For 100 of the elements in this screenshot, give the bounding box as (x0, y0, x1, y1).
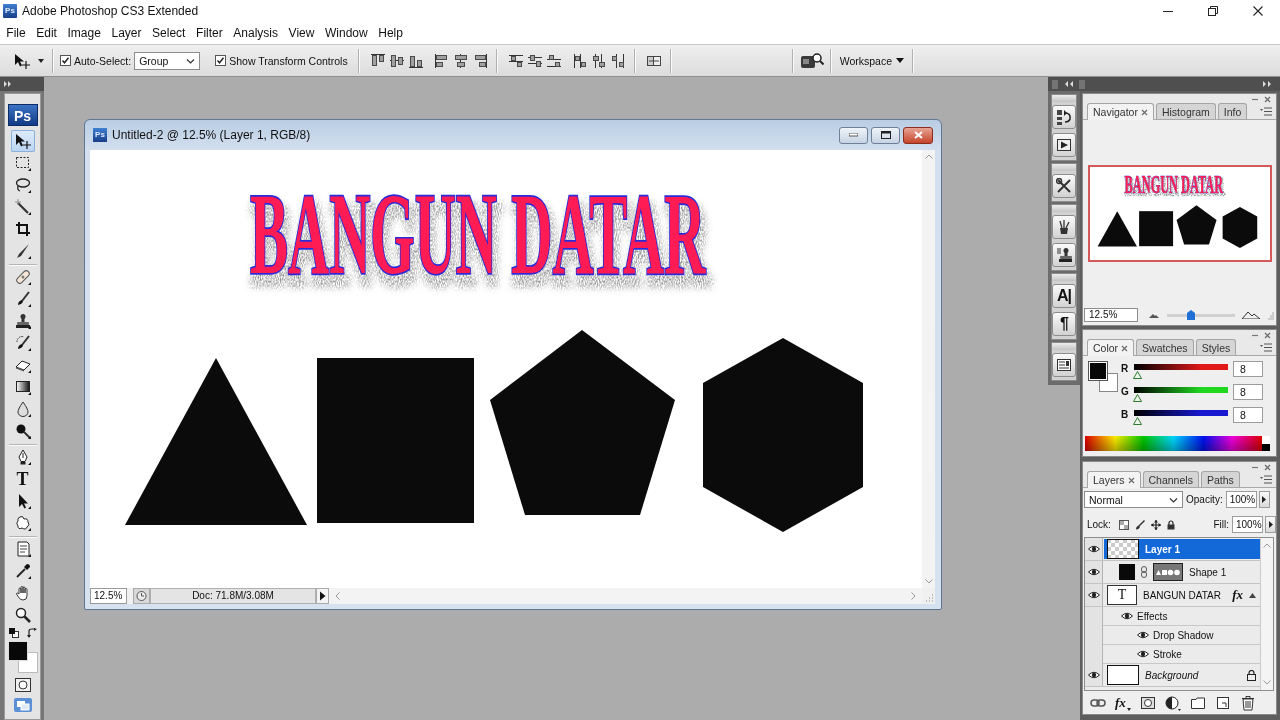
panel-tab[interactable]: Layers (1087, 471, 1141, 488)
distribute-middle-icon[interactable] (526, 52, 543, 69)
app-logo[interactable]: Ps (7, 104, 38, 126)
chevron-up-icon[interactable] (1263, 543, 1271, 548)
eye-icon[interactable] (1087, 568, 1100, 576)
panel-tab[interactable]: Info (1217, 103, 1248, 119)
dock-button[interactable]: ¶ (1052, 312, 1076, 336)
channel-value-field[interactable]: 8 (1233, 407, 1263, 423)
caret-right-icon[interactable] (1268, 521, 1273, 528)
panel-tab[interactable]: Channels (1142, 471, 1199, 487)
distribute-top-icon[interactable] (507, 52, 524, 69)
lock-icon[interactable] (1166, 519, 1175, 530)
move-arrows-icon[interactable] (1150, 519, 1161, 530)
zoom-field[interactable]: 12.5% (1084, 308, 1138, 322)
menu-item[interactable]: Image (62, 24, 107, 42)
panel-tab[interactable]: Paths (1200, 471, 1240, 487)
minimize-button[interactable] (839, 126, 868, 144)
distribute-center-icon[interactable] (590, 52, 607, 69)
vertical-scrollbar[interactable] (922, 150, 935, 588)
dock-button[interactable] (1052, 105, 1076, 129)
menu-item[interactable]: Filter (190, 24, 228, 42)
lock-icon[interactable] (1247, 669, 1256, 681)
small-mountain-icon[interactable] (1149, 312, 1159, 318)
navigator-view-box[interactable]: BANGUN DATAR (1087, 165, 1272, 262)
eye-icon[interactable] (1137, 650, 1149, 658)
distribute-left-icon[interactable] (571, 52, 588, 69)
list-row[interactable]: T BANGUN DATAR fx (1104, 585, 1260, 605)
eye-icon[interactable] (1087, 671, 1100, 679)
restore-icon[interactable] (1207, 6, 1218, 16)
caret-up-icon[interactable] (1249, 592, 1256, 598)
fill-menu-button[interactable] (1265, 516, 1276, 533)
checker-icon[interactable] (1118, 519, 1129, 530)
align-left-icon[interactable] (433, 52, 450, 69)
panel-tab[interactable]: Histogram (1155, 103, 1216, 119)
slider-thumb[interactable] (1186, 310, 1195, 320)
eye-icon[interactable] (1121, 612, 1133, 620)
checkbox[interactable] (215, 55, 227, 66)
menu-item[interactable]: Select (146, 24, 191, 42)
folder-icon[interactable] (1189, 694, 1206, 711)
slider-thumb[interactable] (1132, 394, 1142, 402)
opacity-menu-button[interactable] (1258, 491, 1270, 508)
tool-button[interactable]: T (10, 468, 35, 490)
chevron-down-icon[interactable] (1263, 680, 1271, 685)
menu-item[interactable]: File (1, 24, 31, 42)
group-grip-bar[interactable] (1052, 343, 1076, 350)
dock-button[interactable] (1052, 243, 1076, 267)
menu-item[interactable]: View (283, 24, 320, 42)
zoom-field[interactable]: 12.5% (90, 588, 127, 604)
distribute-right-icon[interactable] (609, 52, 626, 69)
menu-item[interactable]: Layer (106, 24, 147, 42)
color-swatches-icon[interactable] (7, 641, 38, 673)
close-button[interactable] (903, 126, 933, 144)
align-middle-icon[interactable] (388, 52, 405, 69)
fill-field[interactable]: 100% (1232, 516, 1263, 533)
magnifier-box-icon[interactable] (799, 51, 824, 70)
menu-item[interactable]: Help (372, 24, 409, 42)
color-spectrum[interactable] (1085, 436, 1270, 451)
workspace-button[interactable]: Workspace (837, 54, 906, 67)
checkbox[interactable] (60, 55, 71, 66)
panel-tab[interactable]: Color (1087, 339, 1135, 356)
eye-icon[interactable] (1087, 545, 1100, 553)
layer-style-button[interactable]: fx (1115, 694, 1131, 711)
visibility-cell[interactable] (1085, 664, 1103, 686)
trash-icon[interactable] (1239, 694, 1256, 711)
menu-item[interactable]: Window (319, 24, 373, 42)
align-center-icon[interactable] (452, 52, 469, 69)
eye-icon[interactable] (1137, 631, 1149, 639)
brush-icon[interactable] (1134, 519, 1145, 530)
panel-tab[interactable]: Styles (1195, 339, 1237, 355)
slider-thumb[interactable] (1132, 371, 1142, 379)
large-mountain-icon[interactable] (1242, 311, 1260, 319)
distribute-bottom-icon[interactable] (545, 52, 562, 69)
group-grip-bar[interactable] (1052, 164, 1076, 171)
visibility-cell[interactable] (1085, 607, 1103, 626)
opacity-field[interactable]: 100% (1225, 491, 1257, 508)
default-colors-icon[interactable] (8, 628, 19, 638)
swap-arrows-icon[interactable] (26, 628, 37, 638)
visibility-cell[interactable] (1085, 561, 1103, 583)
screen-mode-icon[interactable] (13, 698, 32, 712)
panel-menu-icon[interactable] (1260, 475, 1272, 484)
clock-icon[interactable] (133, 588, 150, 604)
dock-button[interactable] (1052, 133, 1076, 157)
menu-item[interactable]: Edit (30, 24, 63, 42)
half-circle-icon[interactable] (1164, 694, 1181, 711)
list-row[interactable]: Layer 1 (1104, 539, 1260, 559)
menu-item[interactable]: Analysis (228, 24, 284, 42)
double-chevron-icon[interactable] (4, 81, 12, 87)
visibility-cell[interactable] (1085, 584, 1103, 606)
mask-icon[interactable] (1139, 694, 1156, 711)
maximize-button[interactable] (871, 126, 900, 144)
channel-value-field[interactable]: 8 (1233, 361, 1263, 377)
double-chevron-left-icon[interactable] (1064, 81, 1073, 87)
double-chevron-icon[interactable] (1263, 81, 1272, 87)
channel-value-field[interactable]: 8 (1233, 384, 1263, 400)
panel-tab[interactable]: Swatches (1136, 339, 1194, 355)
chevron-right-icon[interactable] (911, 592, 916, 600)
blend-mode-dropdown[interactable]: Normal (1084, 491, 1183, 508)
close-icon[interactable] (1252, 6, 1263, 16)
eye-icon[interactable] (1087, 591, 1100, 599)
panel-menu-icon[interactable] (1260, 343, 1272, 352)
